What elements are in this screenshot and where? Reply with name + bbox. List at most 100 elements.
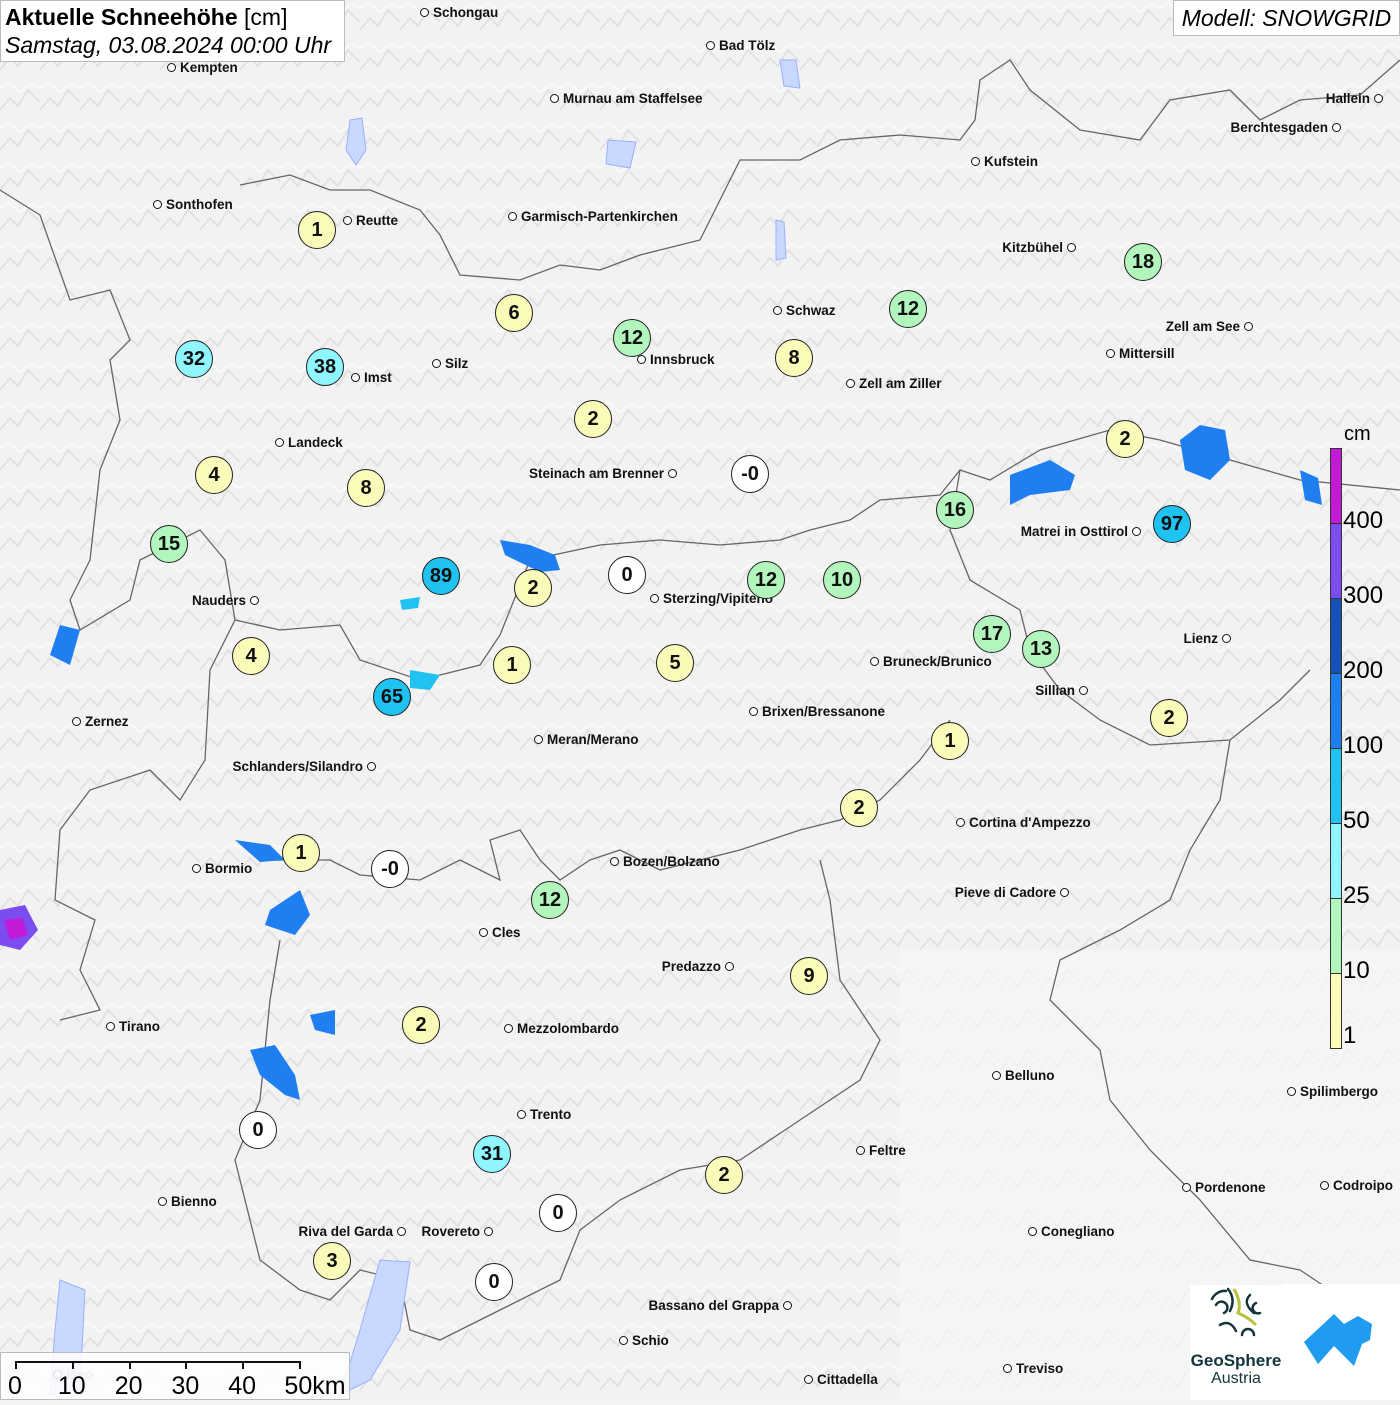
city-name: Bormio <box>205 861 253 876</box>
city-dot-icon <box>1060 888 1069 897</box>
city-dot-icon <box>72 717 81 726</box>
city-name: Schwaz <box>786 303 836 318</box>
legend-label: 200 <box>1343 657 1384 684</box>
city-name: Meran/Merano <box>547 732 639 747</box>
city-name: Kempten <box>180 60 238 75</box>
city-name: Schlanders/Silandro <box>232 759 363 774</box>
city-name: Cittadella <box>817 1372 878 1387</box>
city-dot-icon <box>1182 1183 1191 1192</box>
city-label: Rovereto <box>421 1225 493 1239</box>
snow-depth-marker: 97 <box>1153 505 1191 543</box>
snow-depth-marker: 0 <box>539 1194 577 1232</box>
legend-swatch <box>1330 823 1342 899</box>
city-name: Innsbruck <box>650 352 715 367</box>
city-dot-icon <box>250 596 259 605</box>
city-label: Conegliano <box>1028 1225 1115 1239</box>
city-label: Nauders <box>192 594 259 608</box>
city-name: Cles <box>492 925 521 940</box>
snow-depth-marker: 31 <box>473 1135 511 1173</box>
scale-tick <box>242 1361 245 1369</box>
city-dot-icon <box>1028 1227 1037 1236</box>
city-dot-icon <box>992 1071 1001 1080</box>
snow-depth-marker: 0 <box>475 1263 513 1301</box>
city-name: Codroipo <box>1333 1178 1393 1193</box>
snow-depth-marker: 12 <box>613 319 651 357</box>
city-name: Schongau <box>433 5 499 20</box>
city-name: Garmisch-Partenkirchen <box>521 209 678 224</box>
scale-line <box>15 1361 299 1363</box>
map-datetime: Samstag, 03.08.2024 00:00 Uhr <box>5 32 332 58</box>
scale-tick <box>185 1361 188 1369</box>
city-label: Codroipo <box>1320 1179 1393 1193</box>
snow-house-icon <box>1304 1314 1372 1366</box>
city-dot-icon <box>504 1024 513 1033</box>
snow-depth-marker: 17 <box>973 615 1011 653</box>
city-name: Matrei in Osttirol <box>1020 524 1128 539</box>
map-title: Aktuelle Schneehöhe <box>5 4 238 30</box>
snow-depth-marker: 32 <box>175 340 213 378</box>
snow-depth-marker: 5 <box>656 644 694 682</box>
city-label: Lienz <box>1183 632 1231 646</box>
city-label: Steinach am Brenner <box>529 467 677 481</box>
city-label: Trento <box>517 1108 571 1122</box>
geosphere-logo: GeoSphere Austria <box>1190 1285 1282 1400</box>
city-dot-icon <box>637 355 646 364</box>
snow-depth-marker: 2 <box>1106 420 1144 458</box>
city-dot-icon <box>1003 1364 1012 1373</box>
city-label: Pordenone <box>1182 1181 1266 1195</box>
city-label: Belluno <box>992 1069 1055 1083</box>
city-name: Murnau am Staffelsee <box>563 91 703 106</box>
snow-depth-marker: 2 <box>705 1156 743 1194</box>
city-label: Innsbruck <box>637 353 715 367</box>
city-label: Meran/Merano <box>534 733 639 747</box>
legend-label: 10 <box>1343 957 1370 984</box>
snow-depth-marker: 10 <box>823 561 861 599</box>
city-dot-icon <box>773 306 782 315</box>
city-name: Nauders <box>191 593 246 608</box>
city-label: Imst <box>351 371 392 385</box>
city-label: Kitzbühel <box>1002 241 1076 255</box>
scale-label: 50km <box>284 1372 346 1400</box>
geosphere-logo-icon <box>1210 1287 1262 1337</box>
city-label: Predazzo <box>662 960 734 974</box>
city-name: Bassano del Grappa <box>648 1298 779 1313</box>
city-dot-icon <box>343 216 352 225</box>
city-label: Landeck <box>275 436 343 450</box>
city-name: Bienno <box>171 1194 217 1209</box>
city-name: Trento <box>530 1107 572 1122</box>
city-name: Zell am See <box>1165 319 1240 334</box>
city-name: Belluno <box>1005 1068 1055 1083</box>
legend-label: 100 <box>1343 732 1384 759</box>
city-name: Riva del Garda <box>298 1224 393 1239</box>
snow-depth-marker: 15 <box>150 525 188 563</box>
legend-swatch <box>1330 748 1342 824</box>
city-label: Schwaz <box>773 304 836 318</box>
snow-depth-marker: 0 <box>239 1111 277 1149</box>
city-dot-icon <box>517 1110 526 1119</box>
city-dot-icon <box>725 962 734 971</box>
city-name: Berchtesgaden <box>1230 120 1328 135</box>
city-label: Mittersill <box>1106 347 1175 361</box>
snow-depth-marker: 2 <box>1150 699 1188 737</box>
geosphere-name: GeoSphere <box>1190 1351 1282 1370</box>
city-dot-icon <box>1067 243 1076 252</box>
city-label: Bormio <box>192 862 252 876</box>
city-name: Bad Tölz <box>719 38 776 53</box>
city-label: Brixen/Bressanone <box>749 705 885 719</box>
city-dot-icon <box>158 1197 167 1206</box>
city-label: Bozen/Bolzano <box>610 855 720 869</box>
city-dot-icon <box>432 359 441 368</box>
geosphere-sub: Austria <box>1211 1370 1261 1387</box>
city-dot-icon <box>1132 527 1141 536</box>
city-name: Bozen/Bolzano <box>623 854 720 869</box>
snowgrid-logo <box>1282 1284 1400 1400</box>
snow-depth-marker: 12 <box>889 290 927 328</box>
city-dot-icon <box>153 200 162 209</box>
city-name: Steinach am Brenner <box>528 466 664 481</box>
city-dot-icon <box>550 94 559 103</box>
city-label: Zernez <box>72 715 129 729</box>
snow-depth-marker: 6 <box>495 294 533 332</box>
snow-depth-marker: 13 <box>1022 630 1060 668</box>
snow-depth-marker: 12 <box>747 561 785 599</box>
city-name: Sillian <box>1035 683 1075 698</box>
